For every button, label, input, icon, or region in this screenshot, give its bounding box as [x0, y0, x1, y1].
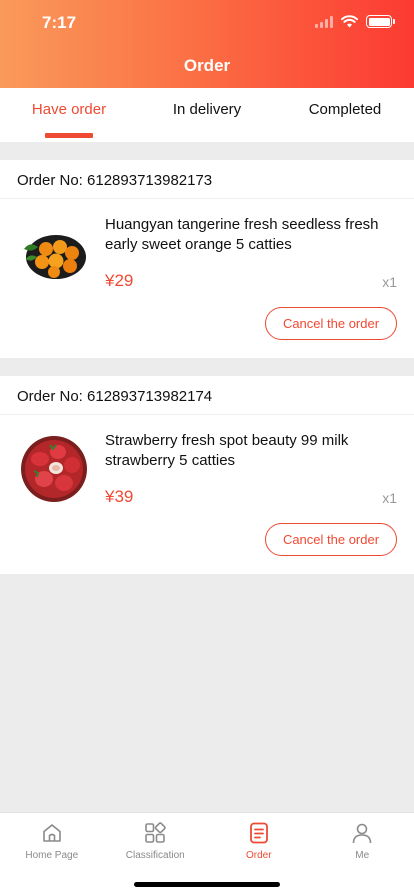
tab-label: Completed	[308, 101, 382, 118]
tabbar-label: Me	[355, 850, 370, 861]
wifi-icon	[341, 15, 358, 28]
order-card: Order No: 612893713982173 Huangyan tange…	[0, 160, 414, 358]
order-card: Order No: 612893713982174 Strawberry fre…	[0, 376, 414, 574]
page-title: Order	[183, 56, 231, 75]
order-icon	[249, 822, 268, 844]
tab-label: Have order	[31, 101, 107, 118]
product-quantity: x1	[382, 490, 397, 506]
cellular-signal-icon	[315, 15, 333, 28]
order-number: Order No: 612893713982173	[0, 160, 414, 199]
product-price: ¥39	[105, 487, 134, 506]
battery-icon	[366, 15, 395, 28]
home-icon	[42, 824, 61, 842]
status-icons	[315, 15, 395, 28]
person-icon	[352, 823, 372, 844]
order-item[interactable]: Strawberry fresh spot beauty 99 milk str…	[0, 415, 414, 574]
product-name: Strawberry fresh spot beauty 99 milk str…	[105, 432, 349, 469]
tab-label: In delivery	[172, 101, 242, 118]
order-item[interactable]: Huangyan tangerine fresh seedless fresh …	[0, 199, 414, 358]
order-tabs: Have order In delivery Completed	[0, 88, 414, 142]
tabbar-item-home[interactable]: Home Page	[0, 813, 104, 896]
product-price: ¥29	[105, 271, 134, 290]
tabbar-label: Classification	[125, 850, 185, 861]
product-name: Huangyan tangerine fresh seedless fresh …	[105, 216, 379, 253]
tabbar-item-me[interactable]: Me	[311, 813, 414, 896]
tangerines-product-image	[24, 235, 86, 279]
tab-completed[interactable]: Completed	[276, 88, 414, 142]
home-indicator	[134, 882, 280, 887]
status-time: 7:17	[42, 13, 77, 32]
cancel-order-button[interactable]: Cancel the order	[265, 307, 397, 340]
tabbar-label: Home Page	[25, 850, 79, 861]
header: 7:17 Order	[0, 0, 414, 88]
grid-icon	[145, 822, 166, 843]
strawberries-product-image	[21, 436, 87, 502]
tabbar-label: Order	[245, 850, 272, 861]
order-number: Order No: 612893713982174	[0, 376, 414, 415]
product-quantity: x1	[382, 274, 397, 290]
tab-in-delivery[interactable]: In delivery	[138, 88, 276, 142]
cancel-order-button[interactable]: Cancel the order	[265, 523, 397, 556]
active-tab-indicator	[45, 133, 93, 138]
tab-have-order[interactable]: Have order	[0, 88, 138, 142]
